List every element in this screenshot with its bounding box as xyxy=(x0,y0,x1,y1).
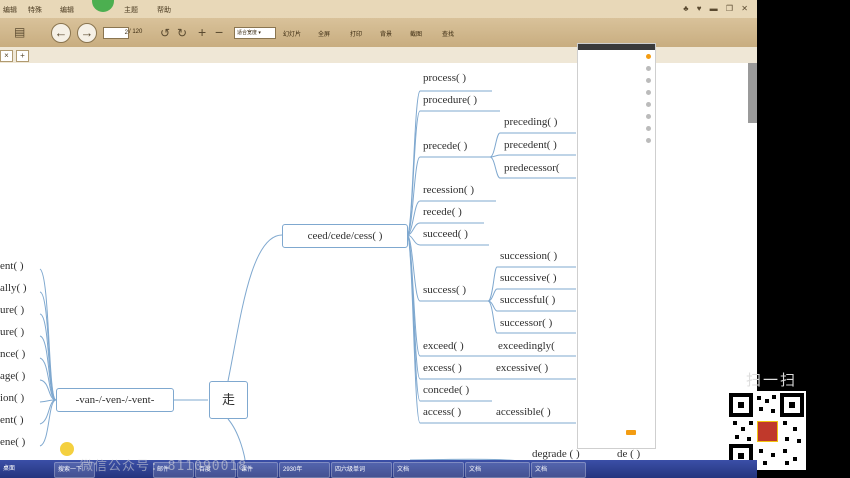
slideshow-button[interactable]: 幻灯片 xyxy=(283,29,301,38)
menu-item[interactable]: 帮助 xyxy=(157,5,171,15)
panel-tool-icon[interactable] xyxy=(646,78,651,83)
mindmap-node[interactable]: ally( ) xyxy=(0,282,27,294)
mindmap-branch-van[interactable]: -van-/-ven-/-vent- xyxy=(56,388,174,412)
mindmap-node-exceedingly[interactable]: exceedingly( xyxy=(498,340,555,352)
panel-tool-icon[interactable] xyxy=(646,126,651,131)
window-controls[interactable]: ♣ ♥ ▬ ❐ ✕ xyxy=(683,4,751,13)
panel-tool-icon[interactable] xyxy=(646,114,651,119)
taskbar-start[interactable]: 桌面 xyxy=(0,462,45,476)
mindmap-node-successor[interactable]: successor( ) xyxy=(500,317,552,329)
side-popup-panel xyxy=(577,43,656,449)
vertical-scrollbar[interactable] xyxy=(748,63,757,123)
mindmap-node-preceding[interactable]: preceding( ) xyxy=(504,116,557,128)
taskbar-item[interactable]: 文档 xyxy=(531,462,586,478)
background-button[interactable]: 背景 xyxy=(380,29,392,38)
menu-item[interactable]: 编辑 xyxy=(60,5,74,15)
app-logo-icon xyxy=(92,0,114,12)
mindmap-node-successful[interactable]: successful( ) xyxy=(500,294,555,306)
panel-tool-icon[interactable] xyxy=(646,66,651,71)
menu-item[interactable]: 主题 xyxy=(124,5,138,15)
menu-item[interactable]: 特殊 xyxy=(28,5,42,15)
mindmap-node-process[interactable]: process( ) xyxy=(423,72,466,84)
mindmap-node-exceed[interactable]: exceed( ) xyxy=(423,340,464,352)
qr-caption: 扫一扫 xyxy=(746,371,798,389)
back-arrow-icon[interactable]: ← xyxy=(51,23,71,43)
mindmap-node[interactable]: ion( ) xyxy=(0,392,24,404)
taskbar-item[interactable]: 文档 xyxy=(465,462,530,478)
zoom-select[interactable]: 适合宽度 ▾ xyxy=(234,27,276,39)
mascot-icon xyxy=(60,442,74,456)
rotate-left-icon[interactable]: ↺ xyxy=(160,26,170,40)
panel-tool-icon[interactable] xyxy=(646,102,651,107)
mindmap-node-procedure[interactable]: procedure( ) xyxy=(423,94,477,106)
mindmap-node[interactable]: ent( ) xyxy=(0,414,24,426)
mindmap-node-precede[interactable]: precede( ) xyxy=(423,140,467,152)
taskbar-item[interactable]: 四六级单词 xyxy=(331,462,392,478)
mindmap-node-predecessor[interactable]: predecessor( xyxy=(504,162,560,174)
mindmap-node-de[interactable]: de ( ) xyxy=(617,448,640,460)
mindmap-node-recession[interactable]: recession( ) xyxy=(423,184,474,196)
close-tab-icon[interactable]: × xyxy=(0,50,13,62)
menu-item[interactable]: 编辑 xyxy=(3,5,17,15)
mindmap-branch-ceed[interactable]: ceed/cede/cess( ) xyxy=(282,224,408,248)
panel-logo-icon xyxy=(646,54,651,59)
mindmap-node-accessible[interactable]: accessible( ) xyxy=(496,406,551,418)
taskbar-item[interactable]: 文档 xyxy=(393,462,464,478)
mindmap-center-node[interactable]: 走 xyxy=(209,381,248,419)
mindmap-node[interactable]: age( ) xyxy=(0,370,25,382)
forward-arrow-icon[interactable]: → xyxy=(77,23,97,43)
fullscreen-button[interactable]: 全屏 xyxy=(318,29,330,38)
page-number-input[interactable]: 2 xyxy=(103,27,129,39)
mindmap-node[interactable]: ent( ) xyxy=(0,260,24,272)
zoom-out-icon[interactable]: − xyxy=(215,24,223,40)
mindmap-node[interactable]: ure( ) xyxy=(0,326,24,338)
mindmap-node-precedent[interactable]: precedent( ) xyxy=(504,139,557,151)
page-mode-icon[interactable]: ▤ xyxy=(14,25,25,39)
mindmap-node-success[interactable]: success( ) xyxy=(423,284,466,296)
qr-code xyxy=(727,391,806,470)
panel-tool-icon[interactable] xyxy=(646,138,651,143)
watermark-text: 微信公众号: 811090018 xyxy=(80,459,248,474)
mindmap-node-recede[interactable]: recede( ) xyxy=(423,206,462,218)
mindmap-node-succession[interactable]: succession( ) xyxy=(500,250,557,262)
mindmap-node-degrade[interactable]: degrade ( ) xyxy=(532,448,580,460)
panel-tool-icon[interactable] xyxy=(646,90,651,95)
mindmap-node-succeed[interactable]: succeed( ) xyxy=(423,228,468,240)
taskbar-item[interactable]: 2930年 xyxy=(279,462,330,478)
new-tab-icon[interactable]: + xyxy=(16,50,29,62)
mindmap-node-excess[interactable]: excess( ) xyxy=(423,362,462,374)
menu-bar: 编辑 特殊 编辑 主题 帮助 ♣ ♥ ▬ ❐ ✕ xyxy=(0,0,757,18)
zoom-in-icon[interactable]: + xyxy=(198,24,206,40)
panel-titlebar[interactable] xyxy=(578,44,655,50)
panel-send-button[interactable] xyxy=(626,430,636,435)
qr-logo-icon xyxy=(757,421,778,442)
mindmap-node-concede[interactable]: concede( ) xyxy=(423,384,469,396)
mindmap-node-successive[interactable]: successive( ) xyxy=(500,272,557,284)
mindmap-node[interactable]: ure( ) xyxy=(0,304,24,316)
mindmap-node[interactable]: ene( ) xyxy=(0,436,25,448)
mindmap-node-excessive[interactable]: excessive( ) xyxy=(496,362,548,374)
find-button[interactable]: 查找 xyxy=(442,29,454,38)
mindmap-node[interactable]: nce( ) xyxy=(0,348,25,360)
rotate-right-icon[interactable]: ↻ xyxy=(177,26,187,40)
page-total: / 120 xyxy=(129,29,143,35)
print-button[interactable]: 打印 xyxy=(350,29,362,38)
screenshot-button[interactable]: 截图 xyxy=(410,29,422,38)
mindmap-node-access[interactable]: access( ) xyxy=(423,406,461,418)
